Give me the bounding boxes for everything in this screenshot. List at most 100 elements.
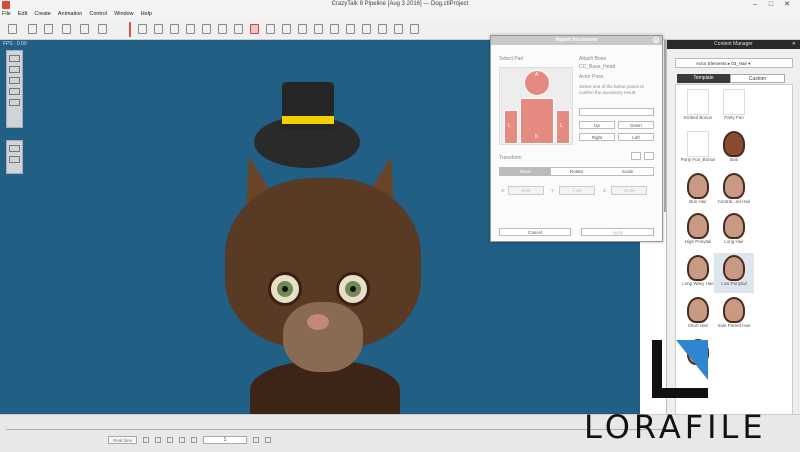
pose-right-button[interactable]: Right bbox=[579, 133, 615, 141]
cancel-button[interactable]: Cancel bbox=[499, 228, 571, 236]
body-part-selector[interactable]: A L L K bbox=[499, 67, 573, 145]
library-item[interactable]: Short Hair bbox=[678, 295, 718, 335]
menu-animation[interactable]: Animation bbox=[58, 10, 82, 19]
maximize-icon[interactable]: □ bbox=[764, 0, 778, 10]
open-project-icon[interactable] bbox=[28, 24, 37, 34]
attach-bone-label: Attach Bone bbox=[579, 56, 607, 62]
eye-icon[interactable] bbox=[170, 24, 179, 34]
frame-field[interactable]: 1 bbox=[203, 436, 248, 444]
dog-right-eye bbox=[336, 272, 370, 306]
audio-icon[interactable] bbox=[298, 24, 307, 34]
menu-window[interactable]: Window bbox=[114, 10, 134, 19]
checker-icon[interactable] bbox=[218, 24, 227, 34]
dog-nose bbox=[307, 314, 329, 330]
library-item[interactable]: High Ponytail bbox=[678, 211, 718, 251]
library-item[interactable]: Central...ed Hair bbox=[714, 171, 754, 211]
library-item[interactable]: Long Wavy Hair bbox=[678, 253, 718, 293]
fit-view-icon[interactable] bbox=[9, 88, 20, 95]
y-value-field[interactable]: 7.90 bbox=[559, 186, 595, 195]
tab-custom[interactable]: Custom bbox=[730, 74, 785, 83]
panel-close-icon[interactable]: ✕ bbox=[792, 40, 796, 49]
dialog-close-icon[interactable]: ✕ bbox=[653, 37, 659, 43]
library-item-selected[interactable]: Low Ponytail bbox=[714, 253, 754, 293]
app-window: CrazyTalk 8 Pipeline [Aug 3 2016] --- Do… bbox=[0, 0, 800, 452]
menu-file[interactable]: File bbox=[2, 10, 11, 19]
zoom-icon[interactable] bbox=[9, 66, 20, 73]
reset-icon[interactable] bbox=[644, 152, 654, 160]
library-item[interactable]: Bob bbox=[714, 129, 754, 169]
record-icon[interactable] bbox=[143, 437, 150, 443]
puppet-icon[interactable] bbox=[314, 24, 323, 34]
stop-icon[interactable] bbox=[167, 437, 174, 443]
camera-view-icon[interactable] bbox=[9, 145, 20, 152]
pose-hint: Select one of the below poses to confirm… bbox=[579, 84, 645, 95]
tab-template[interactable]: Template bbox=[677, 74, 730, 83]
pose-left-button[interactable]: Left bbox=[618, 133, 654, 141]
part-left-arm[interactable] bbox=[504, 110, 518, 144]
preview-icon[interactable] bbox=[378, 24, 387, 34]
library-item[interactable]: Embed Bonus bbox=[678, 87, 718, 127]
export-icon[interactable] bbox=[80, 24, 89, 34]
view-mode-panel bbox=[6, 140, 23, 174]
rotate-tab[interactable]: Rotate bbox=[551, 168, 602, 175]
play-icon[interactable] bbox=[155, 437, 162, 443]
library-item[interactable]: Party Fun bbox=[714, 87, 754, 127]
morph-icon[interactable] bbox=[186, 24, 195, 34]
toolbar-separator bbox=[129, 22, 131, 37]
z-value-field[interactable]: 10.00 bbox=[611, 186, 647, 195]
new-project-icon[interactable] bbox=[8, 24, 17, 34]
reset-view-icon[interactable] bbox=[9, 99, 20, 106]
volume-icon[interactable] bbox=[265, 437, 272, 443]
save-icon[interactable] bbox=[44, 24, 53, 34]
move-tab[interactable]: Move bbox=[500, 168, 551, 175]
light-icon[interactable] bbox=[346, 24, 355, 34]
library-path[interactable]: Actor Elements ▸ 03_Hair ▾ bbox=[675, 58, 793, 68]
pose-preview[interactable] bbox=[579, 108, 654, 116]
prop-icon[interactable] bbox=[266, 24, 275, 34]
library-tabs: Template Custom bbox=[677, 74, 785, 83]
apply-button[interactable]: Apply bbox=[581, 228, 654, 236]
menu-edit[interactable]: Edit bbox=[18, 10, 27, 19]
close-icon[interactable]: ✕ bbox=[780, 0, 794, 10]
face-icon[interactable] bbox=[154, 24, 163, 34]
settings-icon[interactable] bbox=[410, 24, 419, 34]
playback-controls: Real time 1 bbox=[108, 435, 272, 445]
menu-control[interactable]: Control bbox=[89, 10, 107, 19]
library-item[interactable]: Long Hair bbox=[714, 211, 754, 251]
menu-create[interactable]: Create bbox=[34, 10, 51, 19]
next-frame-icon[interactable] bbox=[191, 437, 198, 443]
rotate-view-icon[interactable] bbox=[9, 77, 20, 84]
library-item[interactable]: Bun Hair bbox=[678, 171, 718, 211]
select-part-label: Select Part bbox=[499, 56, 524, 62]
library-item[interactable]: Side Parted Hair bbox=[714, 295, 754, 335]
render-icon[interactable] bbox=[98, 24, 107, 34]
motion-icon[interactable] bbox=[394, 24, 403, 34]
import-icon[interactable] bbox=[62, 24, 71, 34]
part-label: L bbox=[508, 123, 511, 129]
dialog-title: Import Accessory ✕ bbox=[491, 36, 662, 45]
scale-tab[interactable]: Scale bbox=[602, 168, 653, 175]
timeline-track[interactable] bbox=[6, 429, 666, 430]
pose-up-button[interactable]: Up bbox=[579, 121, 615, 129]
actor-pose-label: Actor Pose bbox=[579, 74, 604, 80]
body-icon[interactable] bbox=[202, 24, 211, 34]
transform-mode-tabs: Move Rotate Scale bbox=[499, 167, 654, 176]
minimize-icon[interactable]: – bbox=[748, 0, 762, 10]
pan-icon[interactable] bbox=[9, 55, 20, 62]
pose-down-button[interactable]: Down bbox=[618, 121, 654, 129]
front-view-icon[interactable] bbox=[9, 156, 20, 163]
scene-icon[interactable] bbox=[362, 24, 371, 34]
library-item[interactable]: Party Fun_Bonus bbox=[678, 129, 718, 169]
menu-help[interactable]: Help bbox=[141, 10, 152, 19]
camera-icon[interactable] bbox=[330, 24, 339, 34]
voice-icon[interactable] bbox=[282, 24, 291, 34]
realtime-button[interactable]: Real time bbox=[108, 436, 138, 444]
accessory-icon[interactable] bbox=[234, 24, 243, 34]
pipeline-icon[interactable] bbox=[250, 24, 259, 34]
loop-icon[interactable] bbox=[253, 437, 260, 443]
home-icon[interactable] bbox=[631, 152, 641, 160]
prev-frame-icon[interactable] bbox=[179, 437, 186, 443]
actor-icon[interactable] bbox=[138, 24, 147, 34]
x-value-field[interactable]: 0.00 bbox=[508, 186, 544, 195]
part-right-arm[interactable] bbox=[556, 110, 570, 144]
